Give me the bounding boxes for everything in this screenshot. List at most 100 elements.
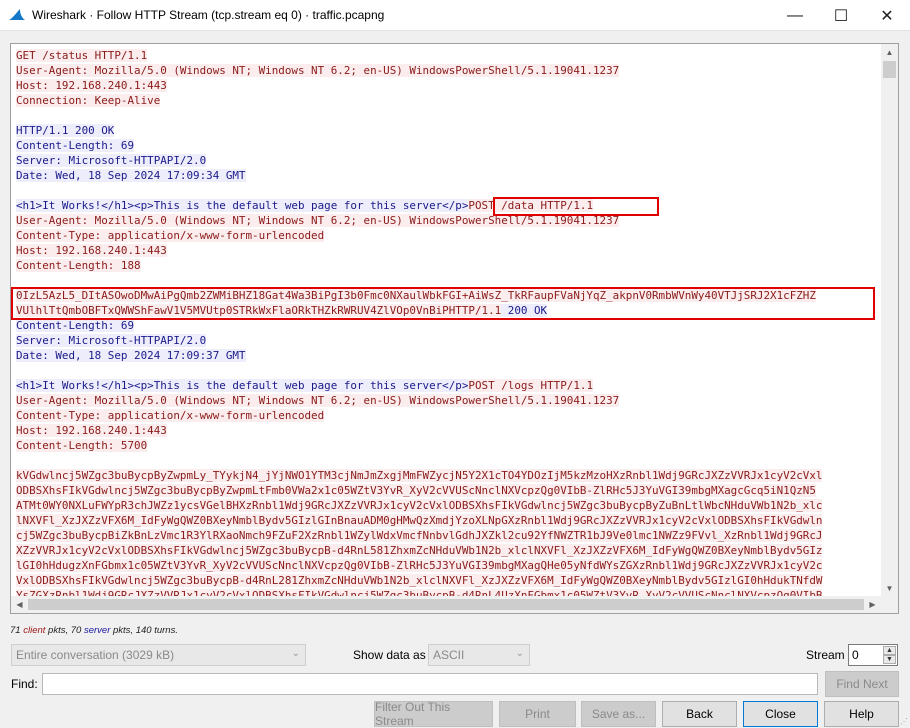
minimize-button[interactable]: — [772,0,818,31]
help-button[interactable]: Help [824,701,899,727]
chevron-down-icon: ⌄ [515,648,524,659]
save-as-button[interactable]: Save as... [581,701,656,727]
server-text: Date: Wed, 18 Sep 2024 17:09:37 GMT [16,349,246,362]
back-button[interactable]: Back [662,701,737,727]
wireshark-fin-icon [9,9,25,20]
client-text: ODBSXhsFIkVGdwlncj5WZgc3buBycpByZwpmLtFm… [16,484,816,497]
stream-text-view[interactable]: GET /status HTTP/1.1 User-Agent: Mozilla/… [10,43,899,614]
resize-grip-icon[interactable]: ⋰ [900,717,908,726]
client-text: POST /data HTTP/1.1 [468,199,593,212]
stream-line: Date: Wed, 18 Sep 2024 17:09:34 GMT [16,168,880,183]
stream-line: User-Agent: Mozilla/5.0 (Windows NT; Win… [16,393,880,408]
stream-line: GET /status HTTP/1.1 [16,48,880,63]
client-text: GET /status HTTP/1.1 [16,49,148,62]
stream-line: Content-Length: 69 [16,138,880,153]
client-text: Host: 192.168.240.1:443 [16,244,167,257]
stats-mid: pkts, [45,625,71,636]
stream-line: ATMt0WY0NXLuFWYpR3chJWZz1ycsVGelBHXzRnbl… [16,498,880,513]
find-label: Find: [11,677,38,691]
stream-line: cj5WZgc3buBycpBiZkBnLzVmc1R3YlRXaoNmch9F… [16,528,880,543]
close-button[interactable]: Close [743,701,818,727]
find-next-button[interactable]: Find Next [825,671,899,697]
vertical-scroll-thumb[interactable] [883,61,896,78]
stream-line: Content-Type: application/x-www-form-url… [16,228,880,243]
title-bar: Wireshark · Follow HTTP Stream (tcp.stre… [0,0,910,31]
stream-line: Host: 192.168.240.1:443 [16,78,880,93]
server-text: Server: Microsoft-HTTPAPI/2.0 [16,154,207,167]
stream-line: Connection: Keep-Alive [16,93,880,108]
spin-up-arrow-icon[interactable]: ▲ [883,646,896,655]
client-text: VUlhlTtQmbOBFTxQWWShFawV1V5MVUtp0STRkWxF… [16,304,502,317]
stream-line: HTTP/1.1 200 OK [16,123,880,138]
stream-line: kVGdwlncj5WZgc3buBycpByZwpmLy_TYykjN4_jY… [16,468,880,483]
client-text: 0IzL5AzL5_DItASOwoDMwAiPgQmb2ZWMiBHZ18Ga… [16,289,816,302]
horizontal-scrollbar[interactable]: ◀ ▶ [11,596,881,613]
maximize-button[interactable]: ☐ [818,0,864,31]
stats-tail: pkts, 140 turns. [110,625,178,636]
stream-line: Host: 192.168.240.1:443 [16,423,880,438]
client-text: Content-Length: 188 [16,259,141,272]
scroll-right-arrow-icon[interactable]: ▶ [864,596,881,613]
client-text: Host: 192.168.240.1:443 [16,79,167,92]
stream-content: GET /status HTTP/1.1 User-Agent: Mozilla/… [16,48,880,603]
close-window-button[interactable]: ✕ [864,0,910,31]
client-text: kVGdwlncj5WZgc3buBycpByZwpmLy_TYykjN4_jY… [16,469,823,482]
stream-line: User-Agent: Mozilla/5.0 (Windows NT; Win… [16,213,880,228]
show-data-select[interactable]: ASCII ⌄ [428,644,530,666]
scroll-left-arrow-icon[interactable]: ◀ [11,596,28,613]
server-text: 200 OK [501,304,548,317]
client-text: XZzVVRJx1cyV2cVxlODBSXhsFIkVGdwlncj5WZgc… [16,544,823,557]
stream-line: lNXVFl_XzJXZzVFX6M_IdFyWgQWZ0BXeyNmblByd… [16,513,880,528]
find-input[interactable] [42,673,818,695]
client-text: User-Agent: Mozilla/5.0 (Windows NT; Win… [16,394,620,407]
client-text: Content-Length: 5700 [16,439,148,452]
server-label: server [83,625,111,636]
stream-number: 0 [852,648,859,662]
conversation-select[interactable]: Entire conversation (3029 kB) ⌄ [11,644,306,666]
scroll-up-arrow-icon[interactable]: ▲ [881,44,898,61]
client-text: VxlODBSXhsFIkVGdwlncj5WZgc3buBycpB-d4RnL… [16,574,823,587]
show-data-value: ASCII [433,648,465,662]
stream-line: VUlhlTtQmbOBFTxQWWShFawV1V5MVUtp0STRkWxF… [16,303,880,318]
client-text: lNXVFl_XzJXZzVFX6M_IdFyWgQWZ0BXeyNmblByd… [16,514,823,527]
stream-line: XZzVVRJx1cyV2cVxlODBSXhsFIkVGdwlncj5WZgc… [16,543,880,558]
client-text: cj5WZgc3buBycpBiZkBnLzVmc1R3YlRXaoNmch9F… [16,529,823,542]
stream-line: Content-Length: 5700 [16,438,880,453]
stream-line: Content-Type: application/x-www-form-url… [16,408,880,423]
stream-line [16,453,880,468]
client-text: ATMt0WY0NXLuFWYpR3chJWZz1ycsVGelBHXzRnbl… [16,499,823,512]
server-text: <h1>It Works!</h1><p>This is the default… [16,379,469,392]
client-text: POST /logs HTTP/1.1 [468,379,593,392]
stream-line: VxlODBSXhsFIkVGdwlncj5WZgc3buBycpB-d4RnL… [16,573,880,588]
stream-line: <h1>It Works!</h1><p>This is the default… [16,198,880,213]
horizontal-scroll-thumb[interactable] [28,599,864,610]
client-text: Host: 192.168.240.1:443 [16,424,167,437]
server-text: HTTP/1.1 200 OK [16,124,115,137]
stream-line: Date: Wed, 18 Sep 2024 17:09:37 GMT [16,348,880,363]
stream-line [16,363,880,378]
stream-line: Server: Microsoft-HTTPAPI/2.0 [16,153,880,168]
stream-line: User-Agent: Mozilla/5.0 (Windows NT; Win… [16,63,880,78]
stream-line [16,183,880,198]
print-button[interactable]: Print [499,701,576,727]
scroll-down-arrow-icon[interactable]: ▼ [881,580,898,597]
client-text: Content-Type: application/x-www-form-url… [16,409,325,422]
vertical-scrollbar[interactable]: ▲ ▼ [881,44,898,597]
server-text: Server: Microsoft-HTTPAPI/2.0 [16,334,207,347]
client-label: client [23,625,46,636]
stream-line: Content-Length: 69 [16,318,880,333]
show-data-label: Show data as [353,648,426,662]
stream-line: ODBSXhsFIkVGdwlncj5WZgc3buBycpByZwpmLtFm… [16,483,880,498]
stream-line: Server: Microsoft-HTTPAPI/2.0 [16,333,880,348]
stream-line: Host: 192.168.240.1:443 [16,243,880,258]
stream-line [16,273,880,288]
stream-line: Content-Length: 188 [16,258,880,273]
server-text: Content-Length: 69 [16,319,135,332]
client-text: User-Agent: Mozilla/5.0 (Windows NT; Win… [16,214,620,227]
server-text: Date: Wed, 18 Sep 2024 17:09:34 GMT [16,169,246,182]
filter-out-stream-button[interactable]: Filter Out This Stream [374,700,493,728]
spin-down-arrow-icon[interactable]: ▼ [883,655,896,664]
server-pkt-count: 70 [70,625,82,636]
conversation-value: Entire conversation (3029 kB) [16,648,175,662]
stream-spinbox[interactable]: 0 ▲ ▼ [848,644,898,666]
